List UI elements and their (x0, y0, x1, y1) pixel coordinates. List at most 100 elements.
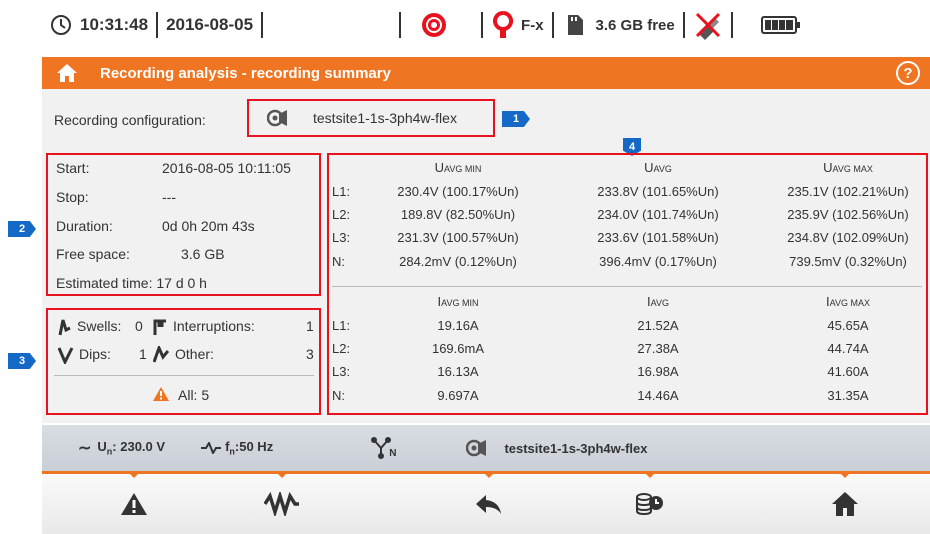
nominal-frequency: fn:50 Hz (225, 439, 273, 457)
current-min-value: 19.16A (437, 318, 479, 333)
current-channel-label: N: (332, 388, 345, 403)
network-type-icon: N (371, 437, 396, 459)
warning-icon (152, 386, 170, 402)
voltage-header-main: U (823, 160, 833, 175)
divider (481, 12, 484, 38)
tilde-icon: ∼ (78, 440, 92, 457)
voltage-min-value: 189.8V (82.50%Un) (400, 207, 516, 222)
home-icon[interactable] (56, 63, 78, 83)
voltage-header-main: U (644, 160, 654, 175)
callout-2: 2 (8, 221, 36, 237)
current-header: IAVG MIN (418, 294, 498, 309)
divider (399, 12, 402, 38)
un-value: : 230.0 V (112, 439, 166, 455)
status-bar: 10:31:48 2016-08-05 F-x 3.6 GB free (42, 0, 930, 50)
other-label: Other: (175, 346, 214, 362)
help-button[interactable]: ? (896, 61, 920, 85)
clamp-type: F-x (521, 16, 544, 34)
swell-icon (58, 318, 72, 336)
voltage-header-sub: AVG (653, 164, 672, 174)
swells-count: 0 (135, 318, 143, 334)
divider (551, 12, 554, 38)
memory-free: 3.6 GB free (595, 16, 675, 34)
config-icon-small (466, 438, 488, 458)
un-main: U (97, 439, 107, 455)
frequency-icon (201, 442, 222, 454)
events-all: All: 5 (178, 387, 210, 403)
status-date: 2016-08-05 (166, 15, 254, 34)
config-name: testsite1-1s-3ph4w-flex (313, 110, 457, 126)
current-max-value: 31.35A (827, 388, 869, 403)
voltage-min-value: 231.3V (100.57%Un) (397, 230, 519, 245)
voltage-channel-label: N: (332, 254, 345, 269)
divider (261, 12, 264, 38)
divider (730, 12, 733, 38)
current-max-value: 45.65A (827, 318, 869, 333)
home-nav-icon (831, 491, 859, 517)
voltage-header-main: U (434, 160, 445, 175)
current-header-sub: AVG MIN (441, 298, 479, 308)
waveform-button[interactable] (232, 474, 332, 534)
sd-card-icon (566, 14, 584, 36)
current-max-value: 44.74A (827, 341, 869, 356)
estimated-time: Estimated time: 17 d 0 h (56, 275, 207, 291)
voltage-avg-value: 233.6V (101.58%Un) (597, 230, 719, 245)
status-time: 10:31:48 (80, 15, 149, 34)
page-title: Recording analysis - recording summary (100, 64, 391, 82)
voltage-min-value: 230.4V (100.17%Un) (397, 184, 519, 199)
waveform-icon (264, 492, 300, 516)
current-min-value: 9.697A (437, 388, 479, 403)
voltage-min-value: 284.2mV (0.12%Un) (399, 254, 517, 269)
network-sub: N (389, 448, 397, 459)
clamp-icon (493, 11, 514, 39)
nominal-voltage: Un: 230.0 V (97, 439, 165, 457)
voltage-header: UAVG (618, 160, 698, 175)
interruptions-count: 1 (306, 318, 314, 334)
nav-bar (42, 471, 930, 534)
voltage-avg-value: 233.8V (101.65%Un) (597, 184, 719, 199)
warning-nav-icon (120, 492, 148, 516)
fn-value: :50 Hz (234, 439, 274, 455)
voltage-avg-value: 396.4mV (0.17%Un) (599, 254, 717, 269)
current-channel-label: L3: (332, 364, 351, 379)
coins-clock-icon (635, 491, 665, 517)
free-space-label: Free space: (56, 246, 130, 262)
events-button[interactable] (84, 474, 184, 534)
stop-label: Stop: (56, 189, 89, 205)
voltage-header: UAVG MAX (808, 160, 888, 175)
home-button[interactable] (795, 474, 895, 534)
voltage-header-sub: AVG MAX (832, 164, 873, 174)
voltage-channel-label: L3: (332, 230, 351, 245)
battery-icon (760, 15, 801, 35)
voltage-avg-value: 234.0V (101.74%Un) (597, 207, 719, 222)
interruption-icon (152, 318, 168, 336)
current-min-value: 16.13A (437, 364, 479, 379)
back-arrow-icon (475, 493, 503, 515)
config-selector[interactable]: testsite1-1s-3ph4w-flex (247, 99, 495, 137)
config-label: Recording configuration: (54, 112, 206, 128)
duration-label: Duration: (56, 218, 113, 234)
current-header: IAVG MAX (808, 294, 888, 309)
current-min-value: 169.6mA (431, 341, 485, 356)
current-avg-value: 27.38A (637, 341, 679, 356)
voltage-max-value: 235.1V (102.21%Un) (787, 184, 909, 199)
stop-value: --- (162, 189, 176, 205)
current-avg-value: 21.52A (637, 318, 679, 333)
free-space-value: 3.6 GB (181, 246, 225, 262)
start-label: Start: (56, 160, 90, 176)
voltage-channel-label: L2: (332, 207, 351, 222)
current-header-sub: AVG (650, 298, 669, 308)
events-divider (54, 375, 314, 376)
other-event-icon (153, 346, 169, 364)
voltage-max-value: 235.9V (102.56%Un) (787, 207, 909, 222)
interruptions-label: Interruptions: (173, 318, 255, 334)
back-button[interactable] (439, 474, 539, 534)
swells-label: Swells: (77, 318, 122, 334)
current-max-value: 41.60A (827, 364, 869, 379)
record-icon[interactable] (421, 12, 447, 38)
cost-button[interactable] (600, 474, 700, 534)
voltage-header: UAVG MIN (418, 160, 498, 175)
dips-label: Dips: (79, 346, 111, 362)
current-avg-value: 16.98A (637, 364, 679, 379)
table-divider (332, 286, 922, 287)
